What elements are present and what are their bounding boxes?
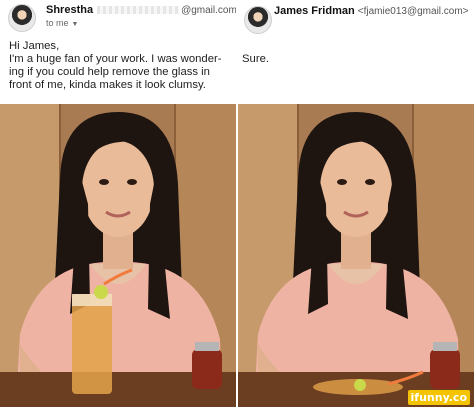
edited-photo: ifunny.co (238, 104, 474, 407)
sender-email: @gmail.com> (181, 5, 243, 16)
ifunny-watermark: ifunny.co (407, 390, 470, 405)
reply-message: Sure. (242, 53, 270, 65)
recipient-label: to me (46, 18, 69, 28)
left-email-panel: Shrestha @gmail.com> to me ▼ Hi James, I'm… (0, 0, 243, 407)
reply-sender-line: James Fridman <fjamie013@gmail.com> (274, 5, 469, 18)
right-email-panel: James Fridman <fjamie013@gmail.com> Sure… (238, 0, 474, 407)
redacted-email (97, 6, 180, 15)
original-photo-image (0, 104, 236, 407)
original-photo (0, 104, 236, 407)
chevron-down-icon[interactable]: ▼ (72, 21, 79, 28)
right-email-header: James Fridman <fjamie013@gmail.com> Sure… (238, 0, 474, 104)
reply-sender-avatar[interactable] (244, 6, 272, 34)
email-greeting: Hi James, (9, 40, 60, 52)
sender-name[interactable]: Shrestha (46, 4, 93, 16)
recipient-line[interactable]: to me ▼ (46, 18, 78, 28)
email-message: I'm a huge fan of your work. I was wonde… (9, 53, 222, 91)
left-email-header: Shrestha @gmail.com> to me ▼ Hi James, I'm… (0, 0, 243, 104)
reply-body: Sure. (242, 53, 464, 66)
email-body: Hi James, I'm a huge fan of your work. I… (9, 40, 231, 92)
edited-photo-image (238, 104, 474, 407)
sender-avatar[interactable] (8, 4, 36, 32)
reply-sender-email: <fjamie013@gmail.com> (357, 6, 469, 17)
sender-line: Shrestha @gmail.com> (46, 4, 243, 17)
reply-sender-name[interactable]: James Fridman (274, 5, 355, 17)
